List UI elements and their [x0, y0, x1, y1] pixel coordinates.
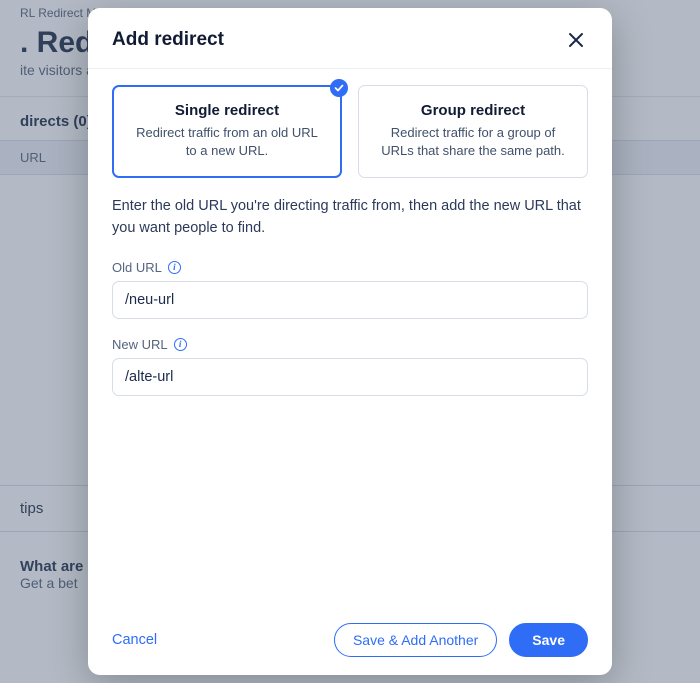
info-icon[interactable]: i: [168, 261, 181, 274]
info-icon[interactable]: i: [174, 338, 187, 351]
selected-check-icon: [330, 79, 348, 97]
new-url-input[interactable]: [112, 358, 588, 396]
add-redirect-modal: Add redirect Single redirect Redirect tr…: [88, 8, 612, 675]
modal-header: Add redirect: [88, 8, 612, 69]
modal-title: Add redirect: [112, 29, 224, 51]
old-url-input[interactable]: [112, 281, 588, 319]
close-button[interactable]: [564, 28, 588, 52]
option-single-redirect[interactable]: Single redirect Redirect traffic from an…: [112, 85, 342, 178]
option-single-desc: Redirect traffic from an old URL to a ne…: [131, 124, 323, 159]
option-group-redirect[interactable]: Group redirect Redirect traffic for a gr…: [358, 85, 588, 178]
modal-body: Single redirect Redirect traffic from an…: [88, 69, 612, 609]
option-single-title: Single redirect: [131, 102, 323, 119]
cancel-button[interactable]: Cancel: [112, 626, 157, 654]
close-icon: [568, 36, 584, 51]
old-url-field: Old URL i: [112, 260, 588, 319]
instructions-text: Enter the old URL you're directing traff…: [112, 196, 588, 240]
modal-footer: Cancel Save & Add Another Save: [88, 609, 612, 675]
save-add-another-button[interactable]: Save & Add Another: [334, 623, 497, 657]
save-button[interactable]: Save: [509, 623, 588, 657]
option-group-title: Group redirect: [377, 102, 569, 119]
redirect-type-options: Single redirect Redirect traffic from an…: [112, 85, 588, 178]
new-url-label: New URL: [112, 337, 168, 352]
new-url-field: New URL i: [112, 337, 588, 396]
option-group-desc: Redirect traffic for a group of URLs tha…: [377, 124, 569, 159]
old-url-label: Old URL: [112, 260, 162, 275]
